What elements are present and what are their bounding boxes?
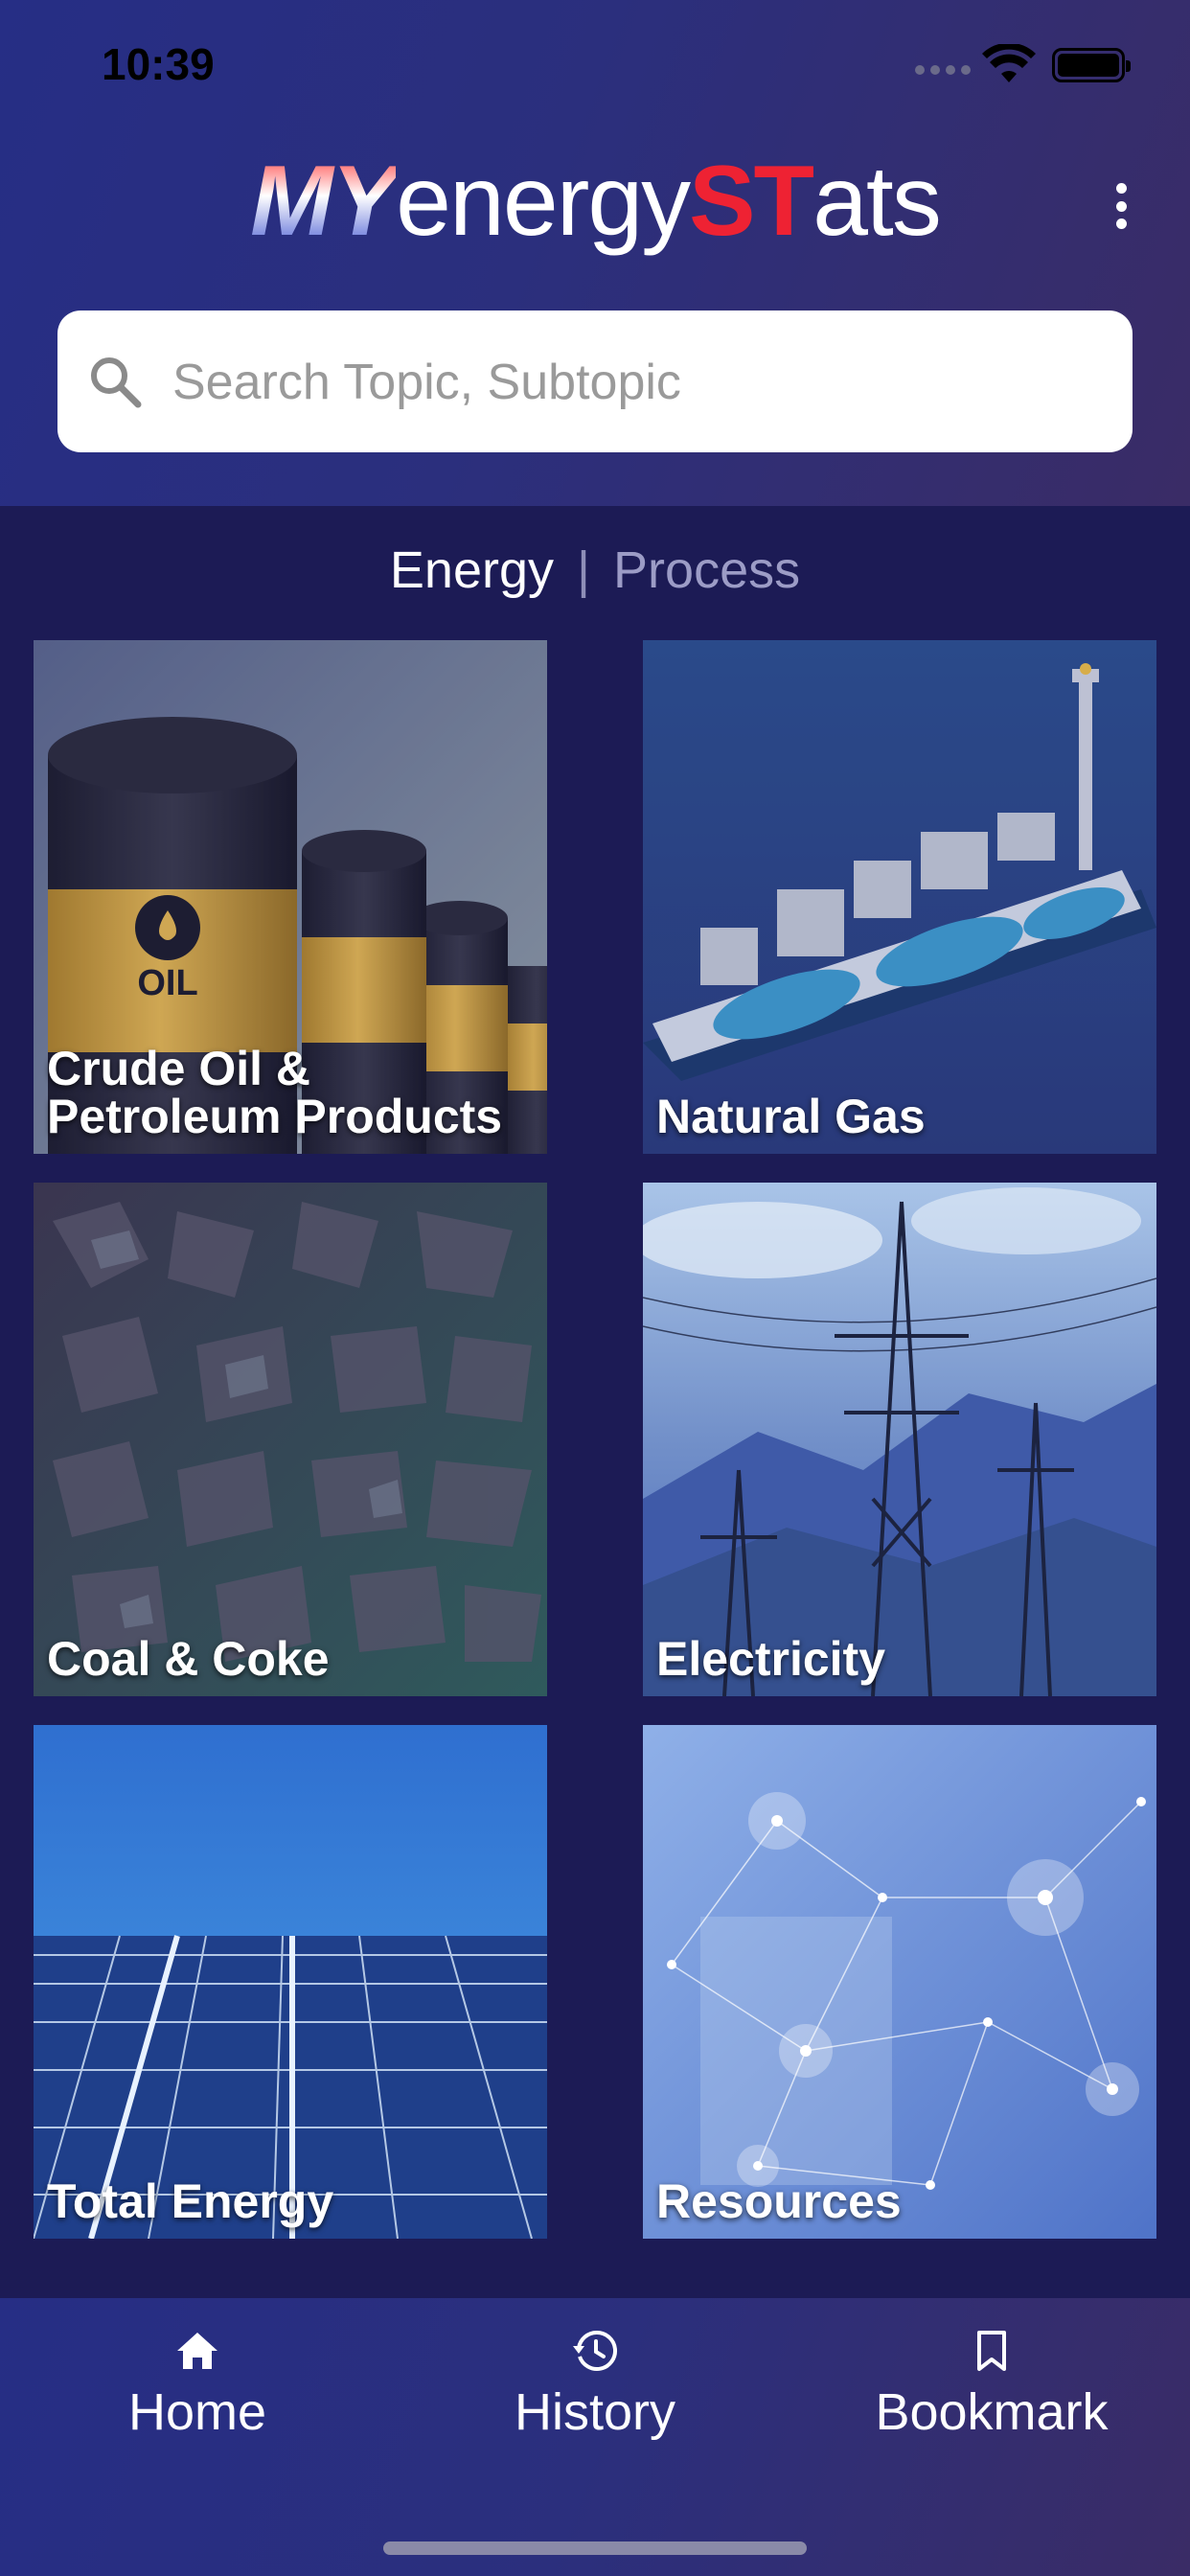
- status-bar: 10:39: [0, 0, 1190, 125]
- search-input[interactable]: [172, 339, 1092, 426]
- more-vertical-icon: [1115, 183, 1127, 194]
- tile-resources[interactable]: Resources: [643, 1725, 1156, 2239]
- tile-label-line1: Crude Oil &: [47, 1042, 311, 1095]
- tab-process[interactable]: Process: [613, 540, 800, 600]
- tile-label-line2: Petroleum Products: [47, 1090, 503, 1143]
- solar-panels-image: [34, 1725, 547, 2239]
- tile-coal-coke[interactable]: Coal & Coke: [34, 1183, 547, 1696]
- tile-label: Crude Oil & Petroleum Products: [47, 1045, 534, 1140]
- tile-total-energy[interactable]: Total Energy: [34, 1725, 547, 2239]
- tile-label: Total Energy: [47, 2174, 334, 2228]
- tile-label: Coal & Coke: [47, 1632, 330, 1686]
- wifi-icon: [982, 44, 1036, 82]
- logo-part-ats: ats: [812, 146, 942, 257]
- coal-image: [34, 1183, 547, 1696]
- search-icon: [91, 357, 142, 408]
- tile-crude-oil[interactable]: OIL Crude Oil & Petroleum Products: [34, 640, 547, 1154]
- toggle-separator: |: [577, 541, 591, 599]
- search-bar[interactable]: [57, 310, 1133, 452]
- tile-label: Resources: [656, 2174, 902, 2228]
- home-indicator[interactable]: [383, 2542, 807, 2555]
- app-logo: MYenergySTats: [0, 144, 1190, 259]
- lng-ship-image: [643, 640, 1156, 1154]
- category-toggle: Energy | Process: [0, 537, 1190, 604]
- logo-part-energy: energy: [396, 146, 691, 257]
- nav-home-label: Home: [127, 2383, 267, 2441]
- home-icon: [177, 2333, 217, 2369]
- tile-natural-gas[interactable]: Natural Gas: [643, 640, 1156, 1154]
- nav-bookmark-label: Bookmark: [875, 2383, 1109, 2441]
- tile-label: Electricity: [656, 1632, 886, 1686]
- battery-icon: [1052, 48, 1131, 82]
- tile-label: Natural Gas: [656, 1090, 926, 1143]
- nav-home[interactable]: Home: [54, 2327, 341, 2442]
- app-header: 10:39 MYenergySTats: [0, 0, 1190, 506]
- nav-history[interactable]: History: [451, 2327, 739, 2442]
- history-icon: [573, 2330, 618, 2371]
- logo-part-st: ST: [689, 146, 814, 257]
- cellular-signal-icon: [915, 65, 971, 75]
- nav-bookmark[interactable]: Bookmark: [848, 2327, 1135, 2442]
- bookmark-icon: [977, 2331, 1006, 2371]
- power-lines-image: [643, 1183, 1156, 1696]
- status-time: 10:39: [102, 39, 215, 89]
- bottom-navigation: Home History Bookmark: [0, 2298, 1190, 2576]
- network-people-image: [643, 1725, 1156, 2239]
- tab-energy[interactable]: Energy: [390, 540, 554, 600]
- nav-history-label: History: [514, 2383, 675, 2441]
- more-options-button[interactable]: [1102, 177, 1140, 235]
- tile-electricity[interactable]: Electricity: [643, 1183, 1156, 1696]
- logo-part-my: MY: [250, 146, 398, 257]
